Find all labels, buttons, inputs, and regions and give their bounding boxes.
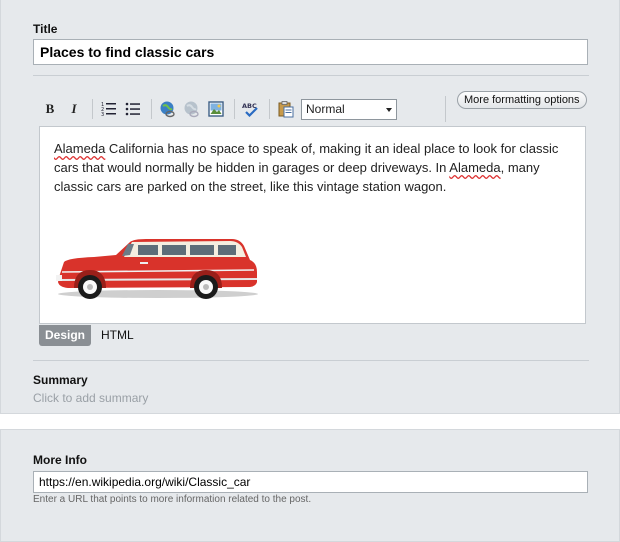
editor-toolbar: B I 1 2 3 ABC Normal [39, 95, 397, 123]
more-info-help-text: Enter a URL that points to more informat… [33, 494, 312, 505]
body-paragraph: Alameda California has no space to speak… [54, 139, 569, 196]
tab-html[interactable]: HTML [95, 325, 140, 346]
more-info-label: More Info [33, 453, 87, 467]
bullet-list-icon [125, 102, 140, 116]
link-icon [160, 101, 175, 118]
title-label: Title [33, 22, 58, 36]
rich-text-editor[interactable]: Alameda California has no space to speak… [39, 126, 586, 324]
italic-button[interactable]: I [63, 98, 85, 120]
bold-button[interactable]: B [39, 98, 61, 120]
bullet-list-button[interactable] [122, 98, 144, 120]
unlink-icon [184, 101, 199, 118]
title-input[interactable]: Places to find classic cars [33, 39, 588, 65]
italic-icon: I [71, 101, 77, 116]
toolbar-separator [151, 99, 152, 119]
paste-button[interactable] [275, 98, 297, 120]
tab-design[interactable]: Design [39, 325, 92, 346]
spellcheck-icon: ABC [242, 102, 258, 117]
toolbar-separator [234, 99, 235, 119]
paste-icon [278, 101, 294, 118]
block-format-select[interactable]: Normal [301, 98, 397, 120]
spelling-flagged-word: Alameda [449, 160, 501, 175]
more-formatting-options-button[interactable]: More formatting options [457, 91, 587, 109]
spelling-flagged-word: Alameda [54, 141, 106, 156]
summary-label: Summary [33, 373, 88, 387]
svg-text:3: 3 [101, 112, 104, 117]
divider [33, 75, 589, 76]
remove-link-button[interactable] [181, 98, 203, 120]
insert-image-button[interactable] [205, 98, 227, 120]
toolbar-separator [92, 99, 93, 119]
more-info-url-input[interactable]: https://en.wikipedia.org/wiki/Classic_ca… [33, 471, 588, 493]
bold-icon: B [45, 101, 55, 116]
spellcheck-button[interactable]: ABC [240, 98, 262, 120]
numbered-list-icon: 1 2 3 [101, 102, 116, 117]
image-icon [208, 101, 224, 117]
toolbar-separator [269, 99, 270, 119]
summary-placeholder[interactable]: Click to add summary [33, 391, 148, 405]
classic-car-image[interactable] [54, 232, 260, 300]
chevron-down-icon [386, 107, 392, 112]
post-editor-panel: Title Places to find classic cars B I 1 … [0, 0, 620, 414]
editor-mode-tabs: Design HTML [39, 325, 140, 346]
insert-link-button[interactable] [157, 98, 179, 120]
toolbar-separator [445, 96, 446, 122]
numbered-list-button[interactable]: 1 2 3 [98, 98, 120, 120]
block-format-value: Normal [306, 101, 345, 116]
more-info-panel: More Info https://en.wikipedia.org/wiki/… [0, 429, 620, 542]
divider [33, 360, 589, 361]
